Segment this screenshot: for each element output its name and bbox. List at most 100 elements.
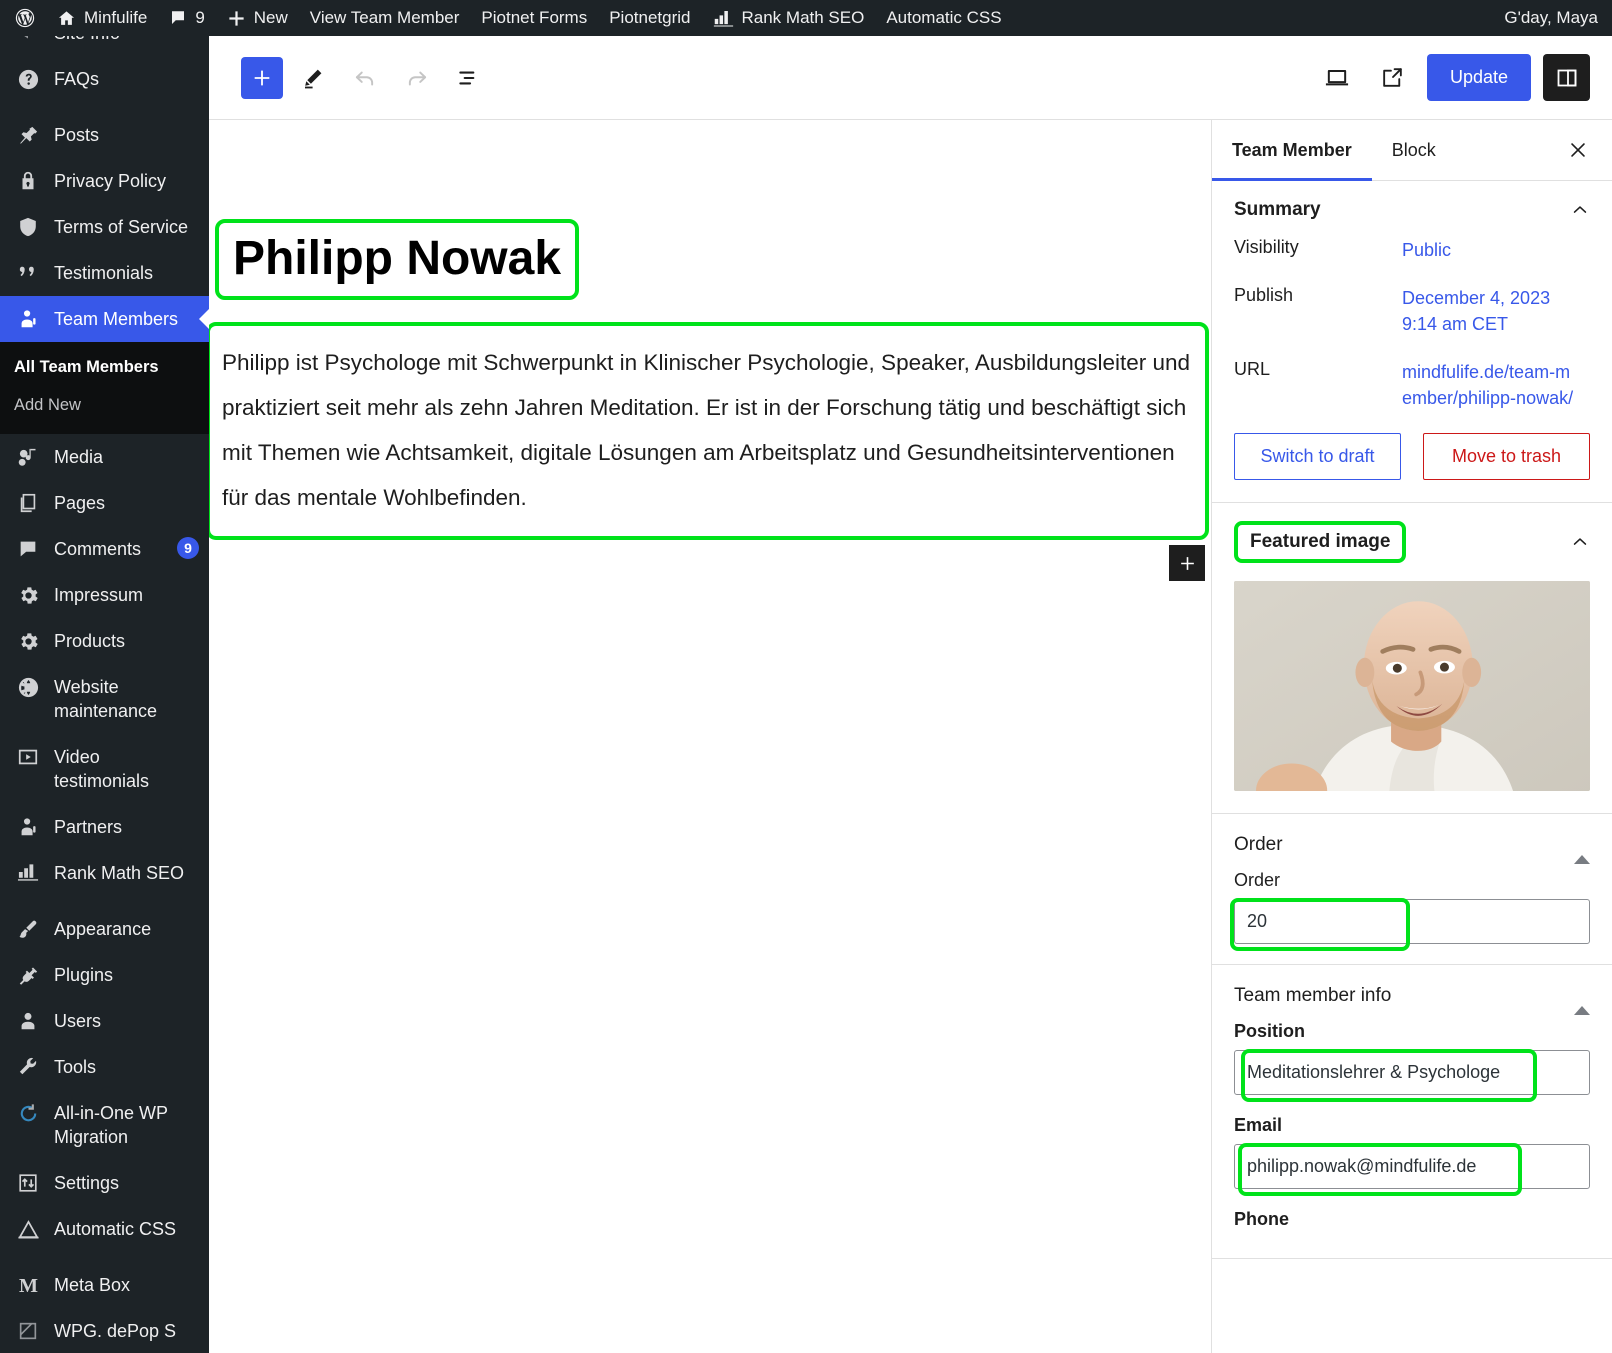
sidebar-item-add-new[interactable]: Add New bbox=[0, 386, 209, 424]
admin-bar-view-team-member[interactable]: View Team Member bbox=[299, 0, 471, 36]
rank-math-icon bbox=[16, 861, 40, 885]
switch-to-draft-button[interactable]: Switch to draft bbox=[1234, 433, 1401, 480]
featured-image-panel-header[interactable]: Featured image bbox=[1212, 503, 1612, 579]
position-field-group: Position bbox=[1212, 1021, 1612, 1115]
settings-tabs: Team Member Block bbox=[1212, 120, 1612, 181]
plus-icon bbox=[1178, 554, 1197, 573]
sidebar-item-label: Posts bbox=[54, 125, 100, 145]
preview-button[interactable] bbox=[1315, 56, 1359, 100]
sidebar-item-users[interactable]: Users bbox=[0, 998, 209, 1044]
wordpress-logo-button[interactable] bbox=[0, 0, 46, 36]
pencil-icon bbox=[301, 66, 325, 90]
redo-button[interactable] bbox=[395, 56, 439, 100]
order-panel-header[interactable]: Order bbox=[1212, 814, 1612, 870]
sidebar-item-testimonials[interactable]: Testimonials bbox=[0, 250, 209, 296]
triangle-up-icon bbox=[1574, 834, 1590, 864]
sidebar-item-partners[interactable]: Partners bbox=[0, 804, 209, 850]
settings-sidebar: Team Member Block Summary Visibility Pub… bbox=[1211, 120, 1612, 1353]
team-member-info-panel: Team member info Position Email Phone bbox=[1212, 965, 1612, 1259]
sidebar-item-appearance[interactable]: Appearance bbox=[0, 906, 209, 952]
block-inserter-button[interactable] bbox=[1169, 545, 1205, 581]
featured-image-panel-title: Featured image bbox=[1234, 521, 1407, 563]
sidebar-item-products[interactable]: Products bbox=[0, 618, 209, 664]
order-panel-title: Order bbox=[1234, 834, 1283, 855]
tab-block[interactable]: Block bbox=[1372, 120, 1456, 181]
post-title-wrapper: Philipp Nowak bbox=[215, 219, 580, 301]
sidebar-item-impressum[interactable]: Impressum bbox=[0, 572, 209, 618]
visibility-value[interactable]: Public bbox=[1402, 237, 1451, 263]
position-input[interactable] bbox=[1234, 1050, 1590, 1095]
sidebar-item-comments[interactable]: Comments 9 bbox=[0, 526, 209, 572]
featured-image-thumbnail[interactable] bbox=[1234, 581, 1590, 791]
sidebar-item-label: Users bbox=[54, 1011, 102, 1031]
sidebar-item-site-info[interactable]: Site Info bbox=[0, 36, 209, 56]
add-block-button[interactable] bbox=[241, 56, 283, 99]
move-to-trash-button[interactable]: Move to trash bbox=[1423, 433, 1590, 480]
summary-panel-body: Visibility Public Publish December 4, 20… bbox=[1212, 237, 1612, 502]
sidebar-item-meta-box[interactable]: M Meta Box bbox=[0, 1262, 209, 1308]
sidebar-item-rank-math-seo[interactable]: Rank Math SEO bbox=[0, 850, 209, 896]
admin-bar-piotnet-forms[interactable]: Piotnet Forms bbox=[470, 0, 598, 36]
summary-panel-header[interactable]: Summary bbox=[1212, 181, 1612, 237]
order-input[interactable] bbox=[1234, 899, 1590, 944]
sidebar-item-automatic-css[interactable]: Automatic CSS bbox=[0, 1206, 209, 1252]
undo-button[interactable] bbox=[343, 56, 387, 100]
sidebar-item-privacy-policy[interactable]: Privacy Policy bbox=[0, 158, 209, 204]
editor-toolbar-right-group: Update bbox=[1315, 54, 1612, 101]
gear-icon bbox=[16, 629, 40, 653]
publish-value[interactable]: December 4, 2023 9:14 am CET bbox=[1402, 285, 1590, 337]
sidebar-item-plugins[interactable]: Plugins bbox=[0, 952, 209, 998]
sidebar-item-label: Media bbox=[54, 447, 104, 467]
sidebar-item-posts[interactable]: Posts bbox=[0, 112, 209, 158]
admin-bar-automatic-css[interactable]: Automatic CSS bbox=[875, 0, 1012, 36]
sidebar-item-all-in-one-wp-migration[interactable]: All-in-One WP Migration bbox=[0, 1090, 209, 1160]
view-post-button[interactable] bbox=[1371, 56, 1415, 100]
home-icon bbox=[57, 9, 76, 28]
sidebar-item-terms-of-service[interactable]: Terms of Service bbox=[0, 204, 209, 250]
tab-label: Team Member bbox=[1232, 139, 1352, 160]
sidebar-item-settings[interactable]: Settings bbox=[0, 1160, 209, 1206]
edit-tool-button[interactable] bbox=[291, 56, 335, 100]
editor-toolbar-left-group bbox=[209, 56, 491, 100]
paragraph-block[interactable]: Philipp ist Psychologe mit Schwerpunkt i… bbox=[209, 322, 1209, 540]
sidebar-item-label: Automatic CSS bbox=[54, 1219, 177, 1239]
sidebar-item-pages[interactable]: Pages bbox=[0, 480, 209, 526]
metabox-m-icon: M bbox=[16, 1273, 40, 1297]
admin-bar-site-name[interactable]: Minfulife bbox=[46, 0, 158, 36]
sidebar-item-media[interactable]: Media bbox=[0, 434, 209, 480]
sidebar-item-faqs[interactable]: FAQs bbox=[0, 56, 209, 102]
email-field-group: Email bbox=[1212, 1115, 1612, 1209]
update-button[interactable]: Update bbox=[1426, 54, 1531, 101]
post-title-field[interactable]: Philipp Nowak bbox=[215, 219, 580, 301]
admin-bar-piotnet-forms-label: Piotnet Forms bbox=[481, 8, 588, 27]
sliders-icon bbox=[16, 1171, 40, 1195]
url-value[interactable]: mindfulife.de/team-member/philipp-nowak/ bbox=[1402, 359, 1577, 411]
list-view-icon bbox=[456, 65, 482, 91]
sidebar-item-tools[interactable]: Tools bbox=[0, 1044, 209, 1090]
external-link-icon bbox=[1380, 65, 1405, 90]
featured-image-panel-body bbox=[1212, 579, 1612, 813]
tab-team-member[interactable]: Team Member bbox=[1212, 120, 1372, 181]
admin-bar-piotnetgrid[interactable]: Piotnetgrid bbox=[598, 0, 701, 36]
wrench-icon bbox=[16, 1055, 40, 1079]
admin-bar-rank-math-seo[interactable]: Rank Math SEO bbox=[702, 0, 876, 36]
sidebar-item-team-members[interactable]: Team Members bbox=[0, 296, 209, 342]
sidebar-item-video-testimonials[interactable]: Video testimonials bbox=[0, 734, 209, 804]
email-input[interactable] bbox=[1234, 1144, 1590, 1189]
admin-bar-greeting[interactable]: G'day, Maya bbox=[1504, 8, 1612, 28]
close-sidebar-button[interactable] bbox=[1556, 128, 1600, 172]
comment-icon bbox=[16, 537, 40, 561]
admin-bar-comments[interactable]: 9 bbox=[158, 0, 215, 36]
admin-bar-new[interactable]: New bbox=[216, 0, 299, 36]
settings-sidebar-toggle-button[interactable] bbox=[1543, 54, 1590, 101]
sidebar-item-label: Settings bbox=[54, 1173, 120, 1193]
team-member-info-header[interactable]: Team member info bbox=[1212, 965, 1612, 1021]
admin-bar-rank-math-seo-label: Rank Math SEO bbox=[741, 8, 865, 27]
list-view-button[interactable] bbox=[447, 56, 491, 100]
chevron-up-icon bbox=[1570, 200, 1590, 220]
user-icon bbox=[16, 815, 40, 839]
sidebar-item-website-maintenance[interactable]: Website maintenance bbox=[0, 664, 209, 734]
sidebar-item-wpg-depop[interactable]: WPG. dePop S bbox=[0, 1308, 209, 1353]
redo-arrow-icon bbox=[404, 65, 430, 91]
sidebar-item-all-team-members[interactable]: All Team Members bbox=[0, 348, 209, 386]
